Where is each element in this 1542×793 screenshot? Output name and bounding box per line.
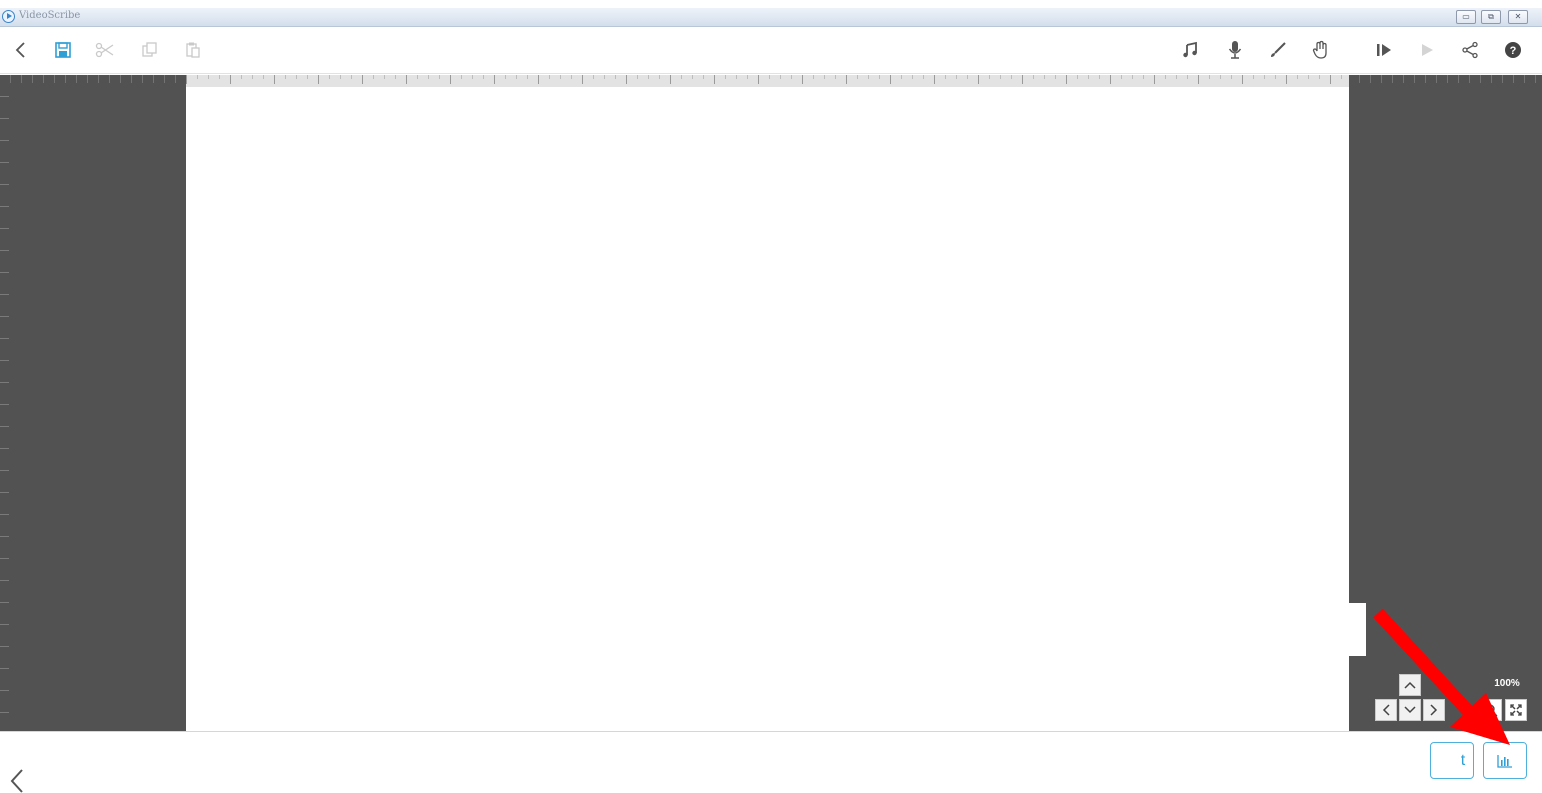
- horizontal-ruler-right: [1349, 75, 1542, 83]
- app-logo-icon: [2, 10, 15, 23]
- hand-icon: [1312, 40, 1327, 59]
- main-toolbar: ?: [0, 27, 1542, 74]
- share-button[interactable]: [1457, 36, 1483, 64]
- help-icon: ?: [1505, 42, 1521, 58]
- canvas-corner-panel: [1349, 603, 1366, 656]
- back-icon: [15, 42, 25, 58]
- save-button[interactable]: [50, 36, 76, 64]
- horizontal-ruler-left: [0, 75, 186, 83]
- cut-icon: [95, 42, 114, 58]
- paste-icon: [186, 42, 200, 58]
- paste-button[interactable]: [180, 36, 206, 64]
- annotation-arrow: [1373, 608, 1510, 745]
- title-bar: VideoScribe ▭ ⧉ ✕: [0, 8, 1542, 27]
- preview-icon: [1377, 44, 1391, 56]
- music-button[interactable]: [1177, 36, 1203, 64]
- copy-icon: [142, 42, 157, 57]
- music-icon: [1183, 41, 1197, 58]
- draw-settings-button[interactable]: [1265, 36, 1291, 64]
- bar-chart-icon: [1497, 754, 1512, 768]
- partial-button-text: t: [1460, 751, 1466, 769]
- timeline-panel: [0, 731, 1542, 793]
- videoscribe-window: VideoScribe ▭ ⧉ ✕ ? 100% t: [0, 0, 1542, 793]
- svg-text:?: ?: [1510, 45, 1517, 57]
- minimize-button[interactable]: ▭: [1456, 10, 1476, 24]
- back-button[interactable]: [8, 36, 34, 64]
- help-button[interactable]: ?: [1500, 36, 1526, 64]
- cut-button[interactable]: [92, 36, 118, 64]
- window-title: VideoScribe: [19, 10, 81, 21]
- save-icon: [55, 42, 71, 58]
- canvas-workspace[interactable]: [0, 75, 1542, 731]
- microphone-icon: [1228, 41, 1242, 59]
- preview-button[interactable]: [1371, 36, 1397, 64]
- hand-button[interactable]: [1308, 36, 1334, 64]
- play-button[interactable]: [1414, 36, 1440, 64]
- copy-button[interactable]: [136, 36, 162, 64]
- voiceover-button[interactable]: [1222, 36, 1248, 64]
- pen-icon: [1271, 42, 1286, 57]
- restore-button[interactable]: ⧉: [1481, 10, 1501, 24]
- close-button[interactable]: ✕: [1508, 10, 1528, 24]
- timeline-back-icon[interactable]: [8, 768, 26, 793]
- play-icon: [1422, 44, 1433, 56]
- scribe-canvas[interactable]: [186, 75, 1349, 731]
- vertical-ruler: [0, 75, 9, 731]
- share-icon: [1462, 41, 1478, 59]
- canvas-top-ruler: [186, 75, 1349, 87]
